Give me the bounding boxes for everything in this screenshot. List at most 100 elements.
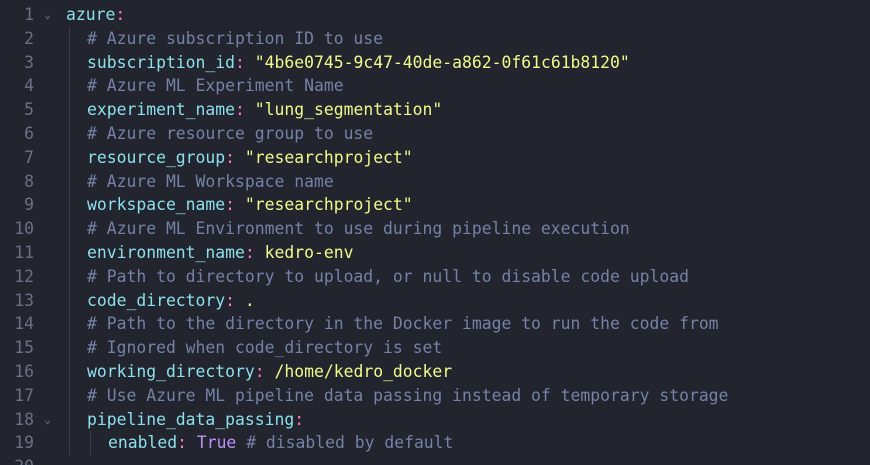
editor-lines[interactable]: 1 ⌄ azure: 2 # Azure subscription ID to use 3…: [0, 3, 870, 465]
code-line[interactable]: 19 enabled: True # disabled by default: [0, 431, 870, 456]
indent-guide: [69, 74, 70, 99]
code-content[interactable]: environment_name: kedro-env: [87, 241, 353, 265]
token-colon: :: [244, 242, 255, 262]
code-content[interactable]: enabled: True # disabled by default: [108, 431, 453, 455]
code-line[interactable]: 8 # Azure ML Workspace name: [0, 169, 870, 194]
code-line[interactable]: 13 code_directory: .: [0, 288, 870, 313]
code-line[interactable]: 5 experiment_name: "lung_segmentation": [0, 98, 870, 122]
fold-chevron-icon[interactable]: ⌄: [44, 408, 56, 432]
code-content[interactable]: # Azure ML Workspace name: [87, 170, 334, 194]
code-content[interactable]: pipeline_data_passing:: [87, 408, 304, 432]
token-comment: # Ignored when code_directory is set: [87, 338, 443, 358]
indent-guide: [69, 240, 70, 265]
indent-guide: [69, 383, 70, 408]
token-str: "lung_segmentation": [254, 100, 443, 120]
indent-guide: [69, 26, 70, 51]
code-line[interactable]: 17 # Use Azure ML pipeline data passing i…: [0, 383, 870, 408]
token-key: environment_name: [87, 242, 245, 262]
token-comment: # Azure ML Environment to use during pip…: [87, 219, 630, 239]
code-line[interactable]: 18 ⌄ pipeline_data_passing:: [0, 407, 870, 432]
token-colon: :: [254, 361, 265, 381]
code-content[interactable]: code_directory: .: [87, 289, 255, 313]
line-number: 12: [14, 266, 34, 286]
code-line[interactable]: 20: [0, 455, 870, 465]
indent-guide: [90, 431, 91, 456]
code-line[interactable]: 15 # Ignored when code_directory is set: [0, 336, 870, 360]
code-line[interactable]: 11 environment_name: kedro-env: [0, 240, 870, 265]
code-line[interactable]: 9 workspace_name: "researchproject": [0, 193, 870, 218]
token-colon: :: [225, 147, 236, 167]
token-key: pipeline_data_passing: [87, 409, 295, 429]
code-content[interactable]: # Azure ML Experiment Name: [87, 74, 344, 98]
code-content[interactable]: azure:: [66, 3, 125, 27]
indent-guide: [69, 121, 70, 146]
code-line[interactable]: 14 # Path to the directory in the Docker …: [0, 312, 870, 337]
token-str: "researchproject": [244, 195, 413, 215]
token-str: "4b6e0745-9c47-40de-a862-0f61c61b8120": [254, 52, 630, 72]
code-content[interactable]: # Path to the directory in the Docker im…: [87, 312, 719, 336]
token-str: "researchproject": [244, 147, 413, 167]
token-comment: # Path to directory to upload, or null t…: [87, 266, 689, 286]
code-content[interactable]: subscription_id: "4b6e0745-9c47-40de-a86…: [87, 51, 630, 75]
line-number: 3: [24, 52, 34, 72]
token-comment: # Azure resource group to use: [87, 123, 374, 143]
code-line[interactable]: 2 # Azure subscription ID to use: [0, 26, 870, 51]
code-content[interactable]: working_directory: /home/kedro_docker: [87, 360, 452, 384]
line-number: 9: [24, 195, 34, 215]
token-str: .: [244, 290, 255, 310]
code-content[interactable]: workspace_name: "researchproject": [87, 193, 413, 217]
token-key: experiment_name: [87, 100, 236, 120]
code-content[interactable]: # Azure resource group to use: [87, 122, 373, 146]
code-line[interactable]: 12 # Path to directory to upload, or null…: [0, 264, 870, 289]
token-comment: # Azure ML Experiment Name: [87, 76, 344, 96]
code-line[interactable]: 7 resource_group: "researchproject": [0, 145, 870, 170]
code-content[interactable]: # Use Azure ML pipeline data passing ins…: [87, 384, 728, 408]
code-editor[interactable]: 1 ⌄ azure: 2 # Azure subscription ID to use 3…: [0, 0, 870, 465]
code-line[interactable]: 3 subscription_id: "4b6e0745-9c47-40de-a8…: [0, 50, 870, 75]
code-content[interactable]: experiment_name: "lung_segmentation": [87, 98, 442, 122]
code-line[interactable]: 1 ⌄ azure:: [0, 3, 870, 27]
code-content[interactable]: # Azure subscription ID to use: [87, 27, 383, 51]
code-content[interactable]: resource_group: "researchproject": [87, 146, 413, 170]
token-comment: # Azure subscription ID to use: [87, 28, 384, 48]
line-number: 13: [14, 290, 34, 310]
line-number: 5: [24, 100, 34, 120]
line-number: 15: [14, 338, 34, 358]
code-content[interactable]: # Ignored when code_directory is set: [87, 336, 442, 360]
token-key: code_directory: [87, 290, 226, 310]
token-colon: :: [177, 433, 187, 453]
line-number: 17: [14, 385, 34, 405]
token-comment: # Azure ML Workspace name: [87, 171, 334, 191]
code-content[interactable]: # Path to directory to upload, or null t…: [87, 265, 689, 289]
token-colon: :: [235, 100, 245, 120]
line-number: 18: [14, 409, 34, 429]
token-key: resource_group: [87, 147, 226, 167]
line-number: 20: [0, 455, 34, 465]
token-root: azure: [66, 5, 116, 24]
indent-guide: [69, 407, 70, 432]
line-number: 1: [24, 5, 34, 24]
code-line[interactable]: 16 working_directory: /home/kedro_docker: [0, 359, 870, 384]
fold-chevron-icon[interactable]: ⌄: [44, 3, 56, 27]
indent-guide: [69, 50, 70, 75]
code-line[interactable]: 4 # Azure ML Experiment Name: [0, 74, 870, 99]
token-colon: :: [115, 5, 126, 24]
token-colon: :: [225, 195, 236, 215]
indent-guide: [69, 145, 70, 170]
indent-guide: [69, 312, 70, 337]
code-content[interactable]: # Azure ML Environment to use during pip…: [87, 217, 630, 241]
line-number: 11: [14, 242, 34, 262]
code-line[interactable]: 10 # Azure ML Environment to use during p…: [0, 217, 870, 241]
token-colon: :: [294, 409, 305, 429]
line-number: 8: [24, 171, 34, 191]
line-number: 2: [24, 28, 34, 48]
token-comment: # Path to the directory in the Docker im…: [87, 314, 719, 334]
indent-guide: [69, 98, 70, 122]
code-line[interactable]: 6 # Azure resource group to use: [0, 121, 870, 146]
